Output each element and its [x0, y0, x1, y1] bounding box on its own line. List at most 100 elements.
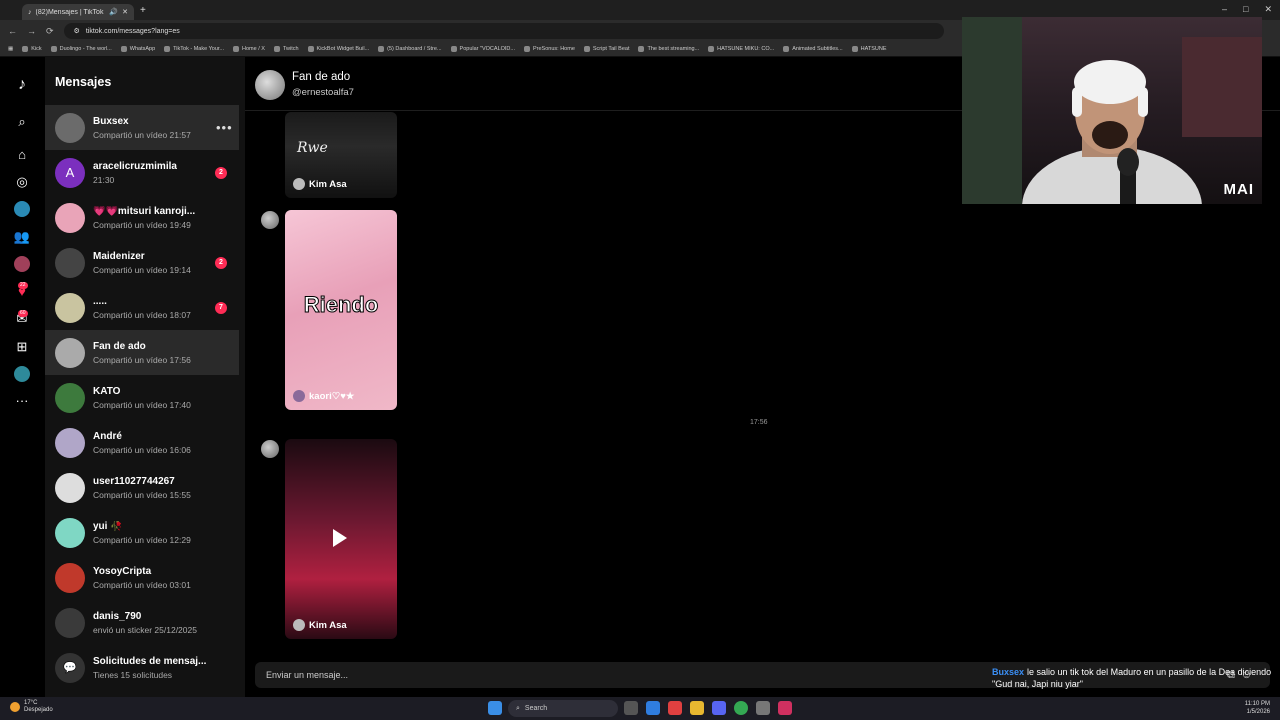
image-icon[interactable]: ⧉ — [1227, 669, 1235, 682]
chat-name[interactable]: Fan de ado — [292, 71, 350, 83]
bookmark-item[interactable]: KickBot Widget Buil... — [307, 46, 369, 52]
conversation-name: YosoyCripta — [93, 565, 152, 577]
chat-avatar[interactable] — [255, 70, 285, 100]
emoji-icon[interactable]: ☺ — [1241, 669, 1252, 682]
conversation-preview: Compartió un vídeo 12:29 — [93, 534, 191, 545]
conversation-name: Maidenizer — [93, 250, 145, 262]
live-icon[interactable] — [12, 199, 32, 219]
bookmark-label: Animated Subtitles... — [792, 46, 843, 52]
bookmark-item[interactable]: Duolingo - The worl... — [50, 46, 112, 52]
discord-icon[interactable] — [712, 701, 726, 715]
shared-video-card[interactable]: Kim Asa — [285, 439, 397, 639]
conversation-item[interactable]: 💗💗mitsuri kanroji... Compartió un vídeo 1… — [45, 195, 239, 240]
shared-video-card[interactable]: Rwe Kim Asa — [285, 112, 397, 198]
conversation-item[interactable]: André Compartió un vídeo 16:06 — [45, 420, 239, 465]
url-field[interactable]: ⚙ tiktok.com/messages?lang=es — [63, 23, 944, 39]
bookmark-item[interactable]: The best streaming... — [638, 46, 699, 52]
conversation-item[interactable]: yui 🥀 Compartió un vídeo 12:29 — [45, 510, 239, 555]
conversation-item[interactable]: Buxsex Compartió un vídeo 21:57 ••• — [45, 105, 239, 150]
store-icon[interactable] — [646, 701, 660, 715]
conversation-item[interactable]: danis_790 envió un sticker 25/12/2025 — [45, 600, 239, 645]
following-icon[interactable]: 👥 — [12, 227, 32, 247]
bookmark-item[interactable]: TikTok - Make Your... — [164, 46, 224, 52]
upload-icon[interactable]: ⊞ — [12, 337, 32, 357]
window-close-icon[interactable]: ✕ — [1264, 4, 1272, 15]
file-explorer-icon[interactable] — [690, 701, 704, 715]
start-icon[interactable] — [488, 701, 502, 715]
bookmark-item[interactable]: WhatsApp — [120, 46, 155, 52]
unread-badge: 7 — [215, 301, 227, 314]
reload-icon[interactable]: ⟳ — [46, 26, 54, 37]
taskbar-clock[interactable]: 11:10 PM 1/5/2026 — [1245, 700, 1270, 716]
bookmark-item[interactable]: Animated Subtitles... — [783, 46, 843, 52]
conversation-name: yui 🥀 — [93, 520, 123, 532]
bookmark-favicon-icon — [273, 46, 280, 52]
app-icon[interactable] — [668, 701, 682, 715]
bookmark-item[interactable]: Home / X — [233, 46, 265, 52]
conversation-item[interactable]: YosoyCripta Compartió un vídeo 03:01 — [45, 555, 239, 600]
conversation-name: danis_790 — [93, 610, 142, 622]
profile-icon[interactable] — [12, 364, 32, 384]
browser-tab[interactable]: ♪ (82)Mensajes | TikTok 🔊 ✕ — [22, 4, 134, 20]
bookmark-favicon-icon — [22, 46, 29, 52]
video-author[interactable]: Kim Asa — [293, 619, 347, 631]
back-icon[interactable]: ← — [8, 26, 17, 36]
forward-icon[interactable]: → — [27, 26, 36, 36]
video-author[interactable]: kaori♡♥★ — [293, 390, 354, 402]
weather-widget[interactable]: 17°C Despejado — [10, 700, 53, 714]
conversation-item[interactable]: ..... Compartió un vídeo 18:07 7 — [45, 285, 239, 330]
home-icon[interactable]: ⌂ — [12, 144, 32, 164]
bookmark-item[interactable]: PreSonus: Home — [524, 46, 575, 52]
bookmark-favicon-icon — [583, 46, 590, 52]
conversation-options-icon[interactable]: ••• — [216, 120, 233, 135]
chat-username[interactable]: @ernestoalfa7 — [292, 87, 354, 98]
bookmark-item[interactable]: Kick — [22, 46, 42, 52]
tiktok-logo-icon[interactable]: ♪ — [12, 75, 32, 95]
conversation-item[interactable]: KATO Compartió un vídeo 17:40 — [45, 375, 239, 420]
conversation-item[interactable]: Aaracelicruzmimila 21:30 2 — [45, 150, 239, 195]
conversation-preview: Tienes 15 solicitudes — [93, 669, 173, 680]
minimize-icon[interactable]: – — [1222, 4, 1227, 15]
sender-avatar[interactable] — [261, 211, 279, 229]
conversation-avatar — [55, 607, 85, 638]
bookmark-item[interactable]: HATSUNE MIKU: CO... — [708, 46, 774, 52]
conversation-avatar — [55, 382, 85, 413]
maximize-icon[interactable]: □ — [1243, 4, 1248, 15]
bookmark-label: The best streaming... — [647, 46, 700, 52]
conversation-name: aracelicruzmimila — [93, 160, 177, 172]
conversation-preview: Compartió un vídeo 03:01 — [93, 579, 191, 590]
bookmark-item[interactable]: (5) Dashboard / Stre... — [378, 46, 442, 52]
bookmark-item[interactable]: Script Tail Beat — [583, 46, 629, 52]
site-info-icon[interactable]: ⚙ — [74, 27, 80, 35]
conversation-name: ..... — [93, 295, 107, 307]
new-tab-button[interactable]: + — [140, 5, 146, 16]
sun-icon — [10, 702, 20, 712]
sender-avatar[interactable] — [261, 440, 279, 458]
bookmark-item[interactable]: Popular "VOCALOID... — [450, 46, 515, 52]
messages-header: Mensajes — [55, 75, 112, 89]
shared-video-card[interactable]: Riendo kaori♡♥★ — [285, 210, 397, 410]
apps-icon[interactable]: ▦ — [8, 46, 13, 52]
bookmark-item[interactable]: Twitch — [273, 46, 299, 52]
conversation-item[interactable]: 💬 Solicitudes de mensaj... Tienes 15 solic… — [45, 645, 239, 690]
video-author[interactable]: Kim Asa — [293, 178, 347, 190]
play-icon[interactable] — [333, 529, 347, 547]
tab-close-icon[interactable]: ✕ — [122, 8, 128, 16]
conversation-item[interactable]: Maidenizer Compartió un vídeo 19:14 2 — [45, 240, 239, 285]
settings-icon[interactable] — [756, 701, 770, 715]
more-icon[interactable]: ··· — [12, 390, 32, 410]
conversation-item[interactable]: user11027744267 Compartió un vídeo 15:55 — [45, 465, 239, 510]
speaker-icon[interactable]: 🔊 — [109, 8, 118, 16]
windows-taskbar: 17°C Despejado ⌕ Search 11:10 PM 1/5/202… — [0, 697, 1280, 720]
taskbar-search[interactable]: ⌕ Search — [508, 700, 618, 717]
friends-icon[interactable] — [12, 254, 32, 274]
conversation-item[interactable]: Fan de ado Compartió un vídeo 17:56 — [45, 330, 239, 375]
conversation-preview: Compartió un vídeo 15:55 — [93, 489, 191, 500]
chrome-icon[interactable] — [734, 701, 748, 715]
music-icon[interactable] — [778, 701, 792, 715]
taskview-icon[interactable] — [624, 701, 638, 715]
explore-icon[interactable]: ◎ — [12, 172, 32, 192]
search-icon[interactable]: ⌕ — [12, 112, 32, 132]
bookmark-item[interactable]: HATSUNE — [851, 46, 887, 52]
conversation-avatar — [55, 427, 85, 458]
